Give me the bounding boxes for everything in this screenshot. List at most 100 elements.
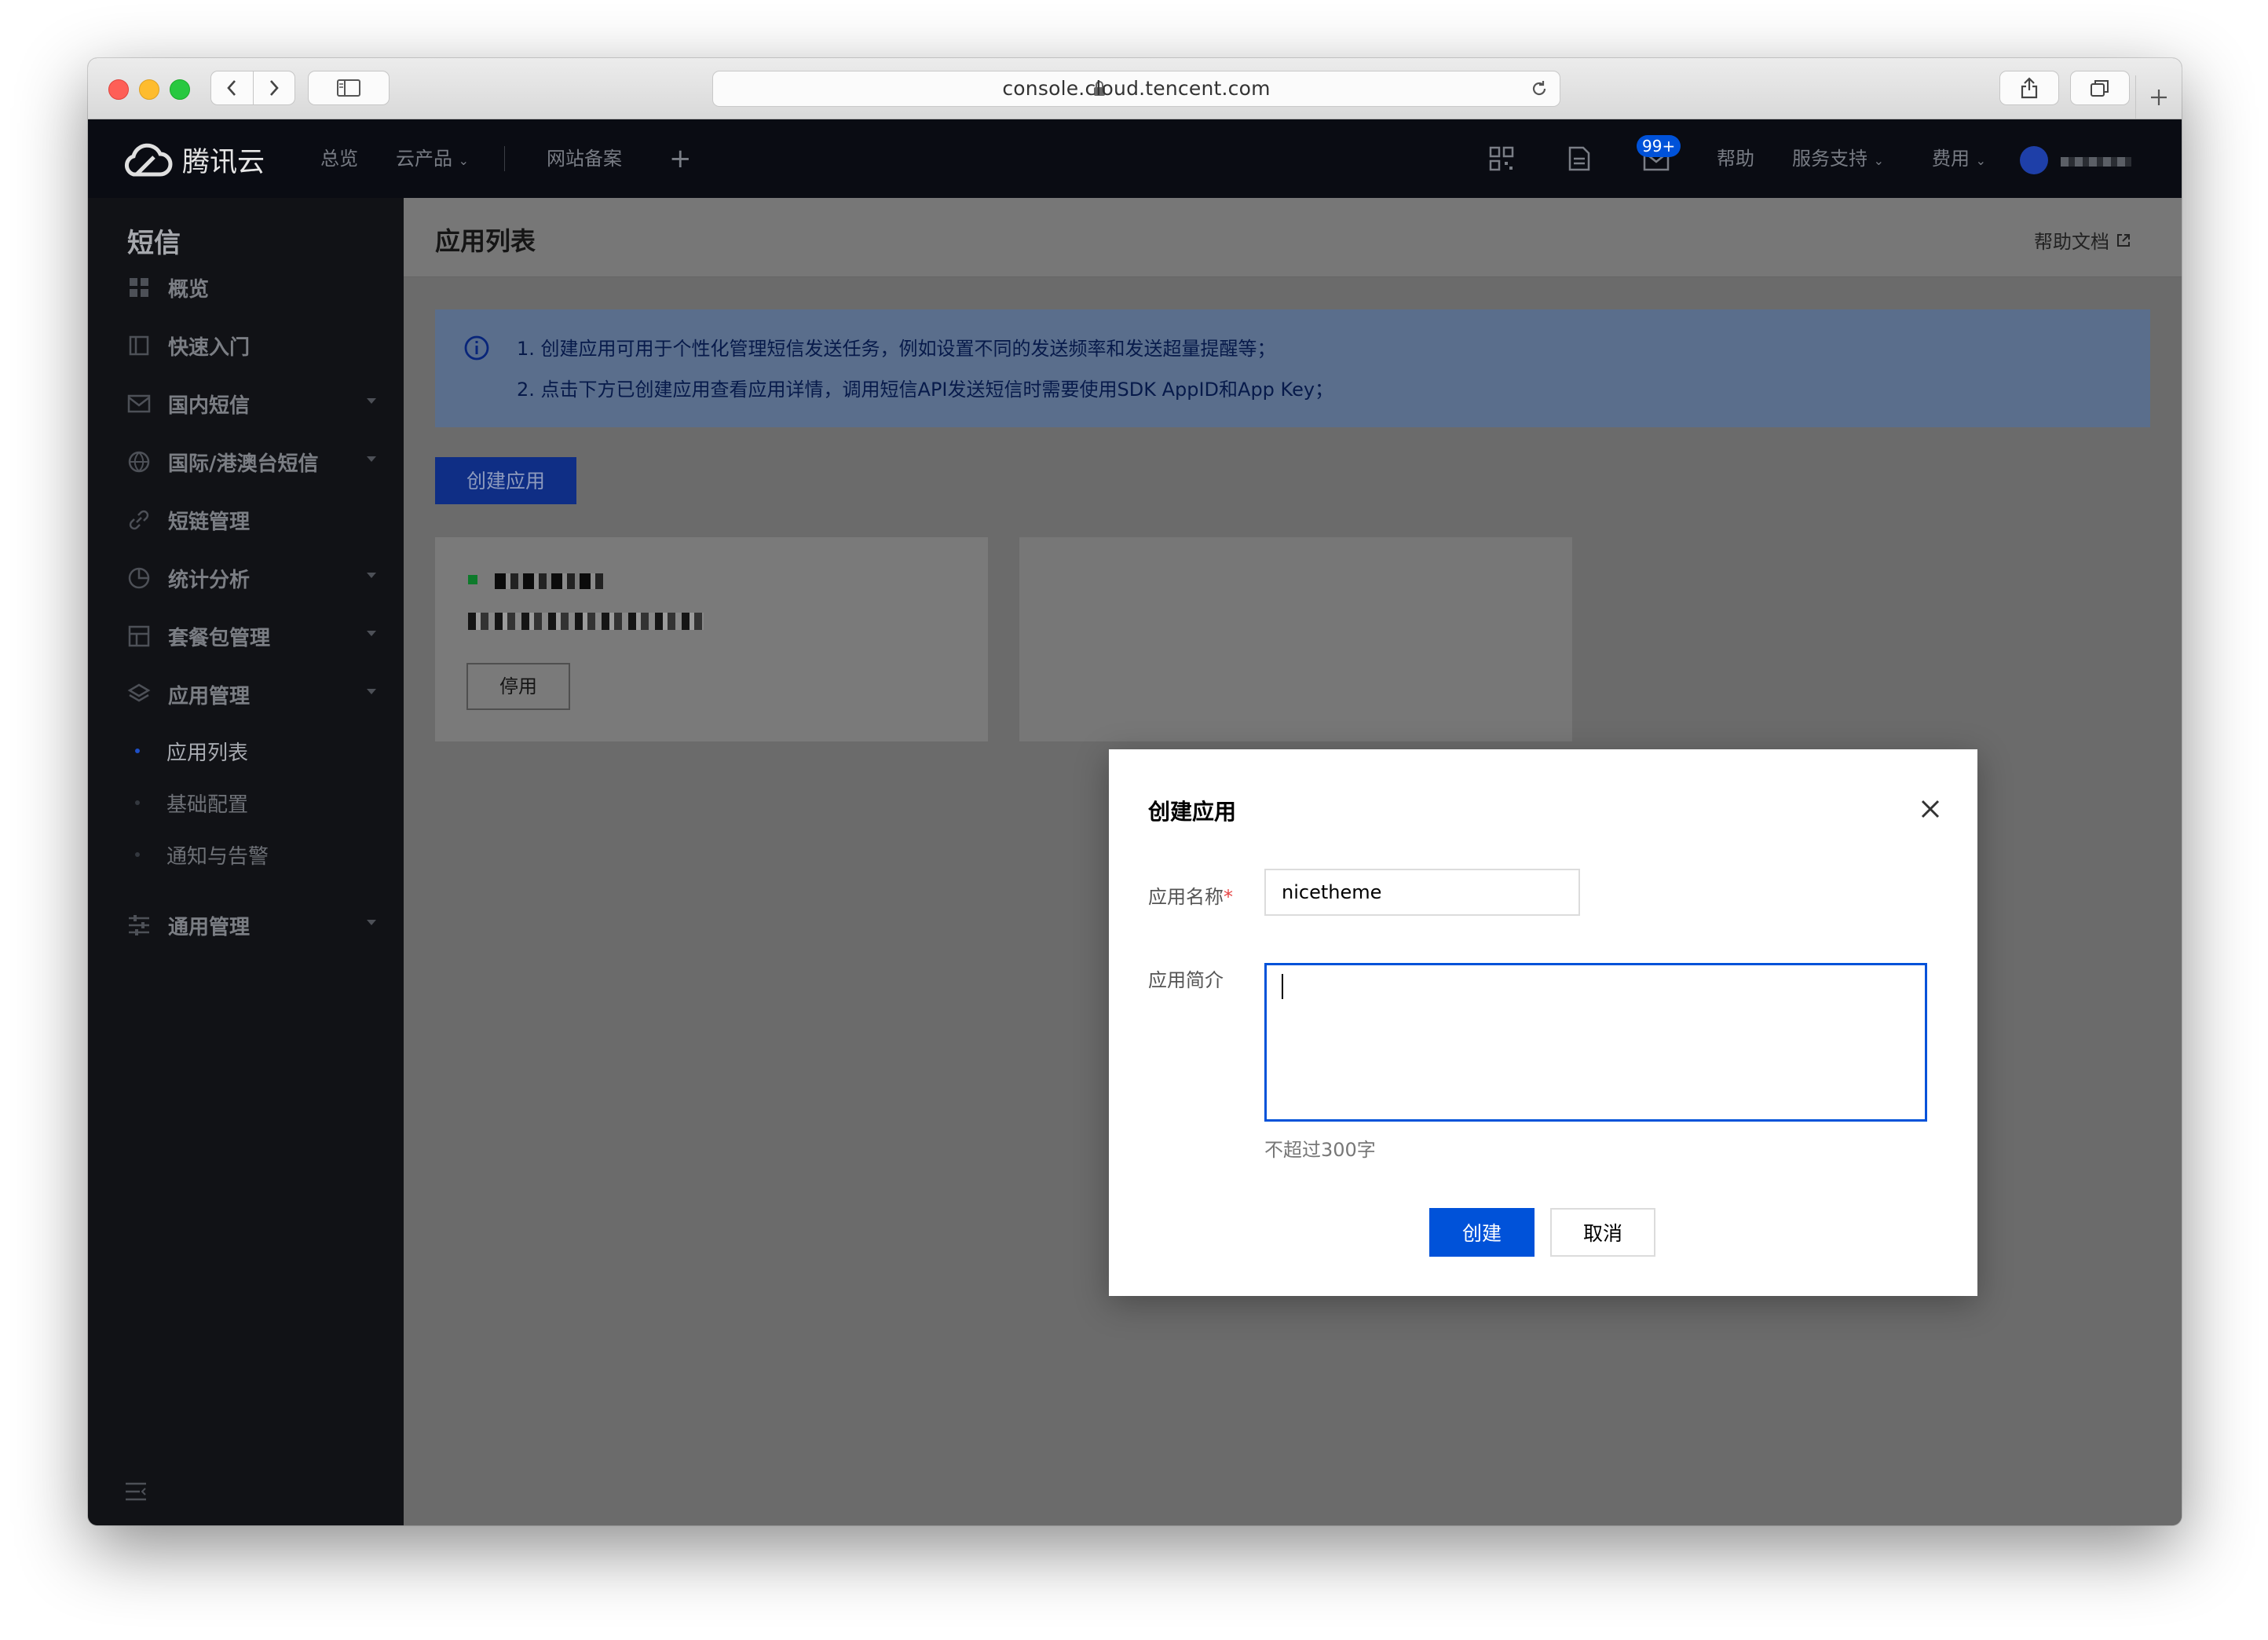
- share-icon: [2021, 77, 2038, 99]
- dialog-title: 创建应用: [1148, 799, 1237, 825]
- nav-icp-filing[interactable]: 网站备案: [547, 119, 622, 198]
- package-icon: [128, 625, 150, 647]
- app-description-label: 应用简介: [1148, 969, 1224, 991]
- nav-service-label: 服务支持: [1792, 148, 1867, 170]
- sidebar-item-overview[interactable]: 概览: [126, 272, 377, 303]
- chevron-left-icon: [227, 80, 236, 96]
- app-description-textarea[interactable]: [1264, 963, 1927, 1122]
- caret-down-icon: [367, 689, 376, 694]
- chevron-down-icon: ⌄: [1975, 153, 1987, 168]
- close-window-button[interactable]: [108, 79, 129, 100]
- close-icon: [1921, 800, 1940, 818]
- sidebar-toggle-button[interactable]: [308, 71, 390, 105]
- avatar[interactable]: [2020, 146, 2048, 174]
- active-dot: [135, 749, 140, 753]
- sidebar-subitem-label: 基础配置: [166, 793, 249, 817]
- sidebar-item-packages[interactable]: 套餐包管理: [126, 620, 377, 652]
- layers-icon: [127, 683, 151, 702]
- sidebar-subitem-app-list[interactable]: 应用列表: [135, 737, 249, 766]
- document-icon[interactable]: [1567, 146, 1591, 171]
- nav-overview[interactable]: 总览: [320, 119, 358, 198]
- sidebar-item-label: 国内短信: [168, 394, 251, 418]
- chart-icon: [128, 567, 150, 589]
- external-link-icon: [2117, 233, 2130, 247]
- cloud-icon: [125, 143, 173, 177]
- sidebar-subitem-label: 应用列表: [166, 741, 249, 765]
- account-name-redacted[interactable]: [2061, 157, 2131, 167]
- console-top-nav: 腾讯云 总览 云产品 ⌄ 网站备案 + 99+ 帮助 服务支持 ⌄ 费用 ⌄: [88, 119, 2182, 198]
- nav-products-label: 云产品: [396, 148, 452, 170]
- sidebar-subitem-notifications[interactable]: 通知与告警: [135, 840, 269, 869]
- collapse-sidebar-icon[interactable]: [124, 1481, 148, 1502]
- nav-help[interactable]: 帮助: [1717, 119, 1754, 198]
- caret-down-icon: [367, 920, 376, 925]
- grid-icon: [130, 278, 148, 297]
- text-cursor: [1282, 974, 1283, 999]
- info-notice: 1. 创建应用可用于个性化管理短信发送任务，例如设置不同的发送频率和发送超量提醒…: [435, 309, 2150, 427]
- forward-button[interactable]: [253, 71, 294, 104]
- caret-down-icon: [367, 631, 376, 636]
- app-card-secondary[interactable]: [1019, 537, 1572, 741]
- url-text: console.cloud.tencent.com: [1002, 77, 1271, 100]
- message-count-badge: 99+: [1637, 135, 1681, 157]
- nav-divider: [504, 146, 505, 171]
- globe-icon: [128, 451, 150, 473]
- info-line-2: 2. 点击下方已创建应用查看应用详情，调用短信API发送短信时需要使用SDK A…: [517, 379, 1334, 401]
- nav-service-support[interactable]: 服务支持 ⌄: [1792, 119, 1884, 200]
- status-dot: [468, 575, 477, 584]
- app-name-label-text: 应用名称: [1148, 886, 1224, 908]
- show-tabs-button[interactable]: [2070, 71, 2130, 105]
- chevron-right-icon: [269, 80, 279, 96]
- app-name-input[interactable]: [1264, 869, 1580, 916]
- nav-products[interactable]: 云产品 ⌄: [396, 119, 469, 200]
- sidebar-item-label: 套餐包管理: [168, 626, 271, 650]
- page-title: 应用列表: [435, 226, 536, 256]
- cancel-button[interactable]: 取消: [1550, 1208, 1655, 1257]
- minimize-window-button[interactable]: [139, 79, 159, 100]
- sidebar-item-app-management[interactable]: 应用管理: [126, 679, 377, 710]
- sidebar-item-statistics[interactable]: 统计分析: [126, 562, 377, 594]
- close-dialog-button[interactable]: [1916, 795, 1944, 823]
- tencent-cloud-logo[interactable]: 腾讯云: [119, 140, 265, 179]
- browser-toolbar: console.cloud.tencent.com: [88, 58, 2182, 119]
- zoom-window-button[interactable]: [170, 79, 190, 100]
- sidebar-item-domestic-sms[interactable]: 国内短信: [126, 388, 377, 419]
- sidebar-item-general-management[interactable]: 通用管理: [126, 910, 377, 941]
- new-tab-button[interactable]: [2135, 75, 2182, 119]
- caret-down-icon: [367, 398, 376, 404]
- chevron-down-icon: ⌄: [1873, 153, 1885, 168]
- help-doc-label: 帮助文档: [2034, 231, 2109, 253]
- back-button[interactable]: [211, 71, 253, 104]
- info-icon: [464, 335, 489, 361]
- sidebar-icon: [337, 79, 360, 97]
- required-asterisk: *: [1224, 886, 1233, 908]
- sidebar-item-label: 通用管理: [168, 915, 251, 939]
- disable-app-button[interactable]: 停用: [466, 663, 570, 710]
- sidebar-item-international-sms[interactable]: 国际/港澳台短信: [126, 446, 377, 478]
- create-button[interactable]: 创建: [1429, 1208, 1535, 1257]
- nav-fees[interactable]: 费用 ⌄: [1932, 119, 1986, 200]
- sidebar-item-short-links[interactable]: 短链管理: [126, 504, 377, 536]
- char-limit-hint: 不超过300字: [1264, 1139, 1376, 1161]
- sidebar-subitem-basic-config[interactable]: 基础配置: [135, 789, 249, 818]
- info-line-1: 1. 创建应用可用于个性化管理短信发送任务，例如设置不同的发送频率和发送超量提醒…: [517, 338, 1276, 360]
- qrcode-icon[interactable]: [1489, 146, 1514, 171]
- help-doc-link[interactable]: 帮助文档: [2034, 226, 2131, 254]
- address-bar[interactable]: console.cloud.tencent.com: [712, 71, 1560, 107]
- tabs-icon: [2091, 80, 2109, 97]
- caret-down-icon: [367, 456, 376, 462]
- create-app-button[interactable]: 创建应用: [435, 457, 576, 504]
- mail-icon: [127, 394, 151, 413]
- app-card[interactable]: 停用: [435, 537, 988, 741]
- add-shortcut-icon[interactable]: +: [669, 119, 692, 198]
- browser-window: console.cloud.tencent.com 腾讯云 总览 云产品 ⌄ 网…: [88, 58, 2182, 1525]
- sidebar: 短信 概览 快速入门 国内短信 国际/港澳台短信 短链管理 统计分析 套餐包管理…: [88, 198, 404, 1525]
- sidebar-item-label: 国际/港澳台短信: [168, 452, 319, 476]
- share-button[interactable]: [1999, 71, 2059, 105]
- reload-icon[interactable]: [1530, 79, 1549, 98]
- caret-down-icon: [367, 573, 376, 578]
- sidebar-item-label: 应用管理: [168, 684, 251, 708]
- sidebar-subitem-label: 通知与告警: [166, 845, 269, 869]
- sidebar-item-quickstart[interactable]: 快速入门: [126, 330, 377, 361]
- bullet-dot: [135, 852, 140, 857]
